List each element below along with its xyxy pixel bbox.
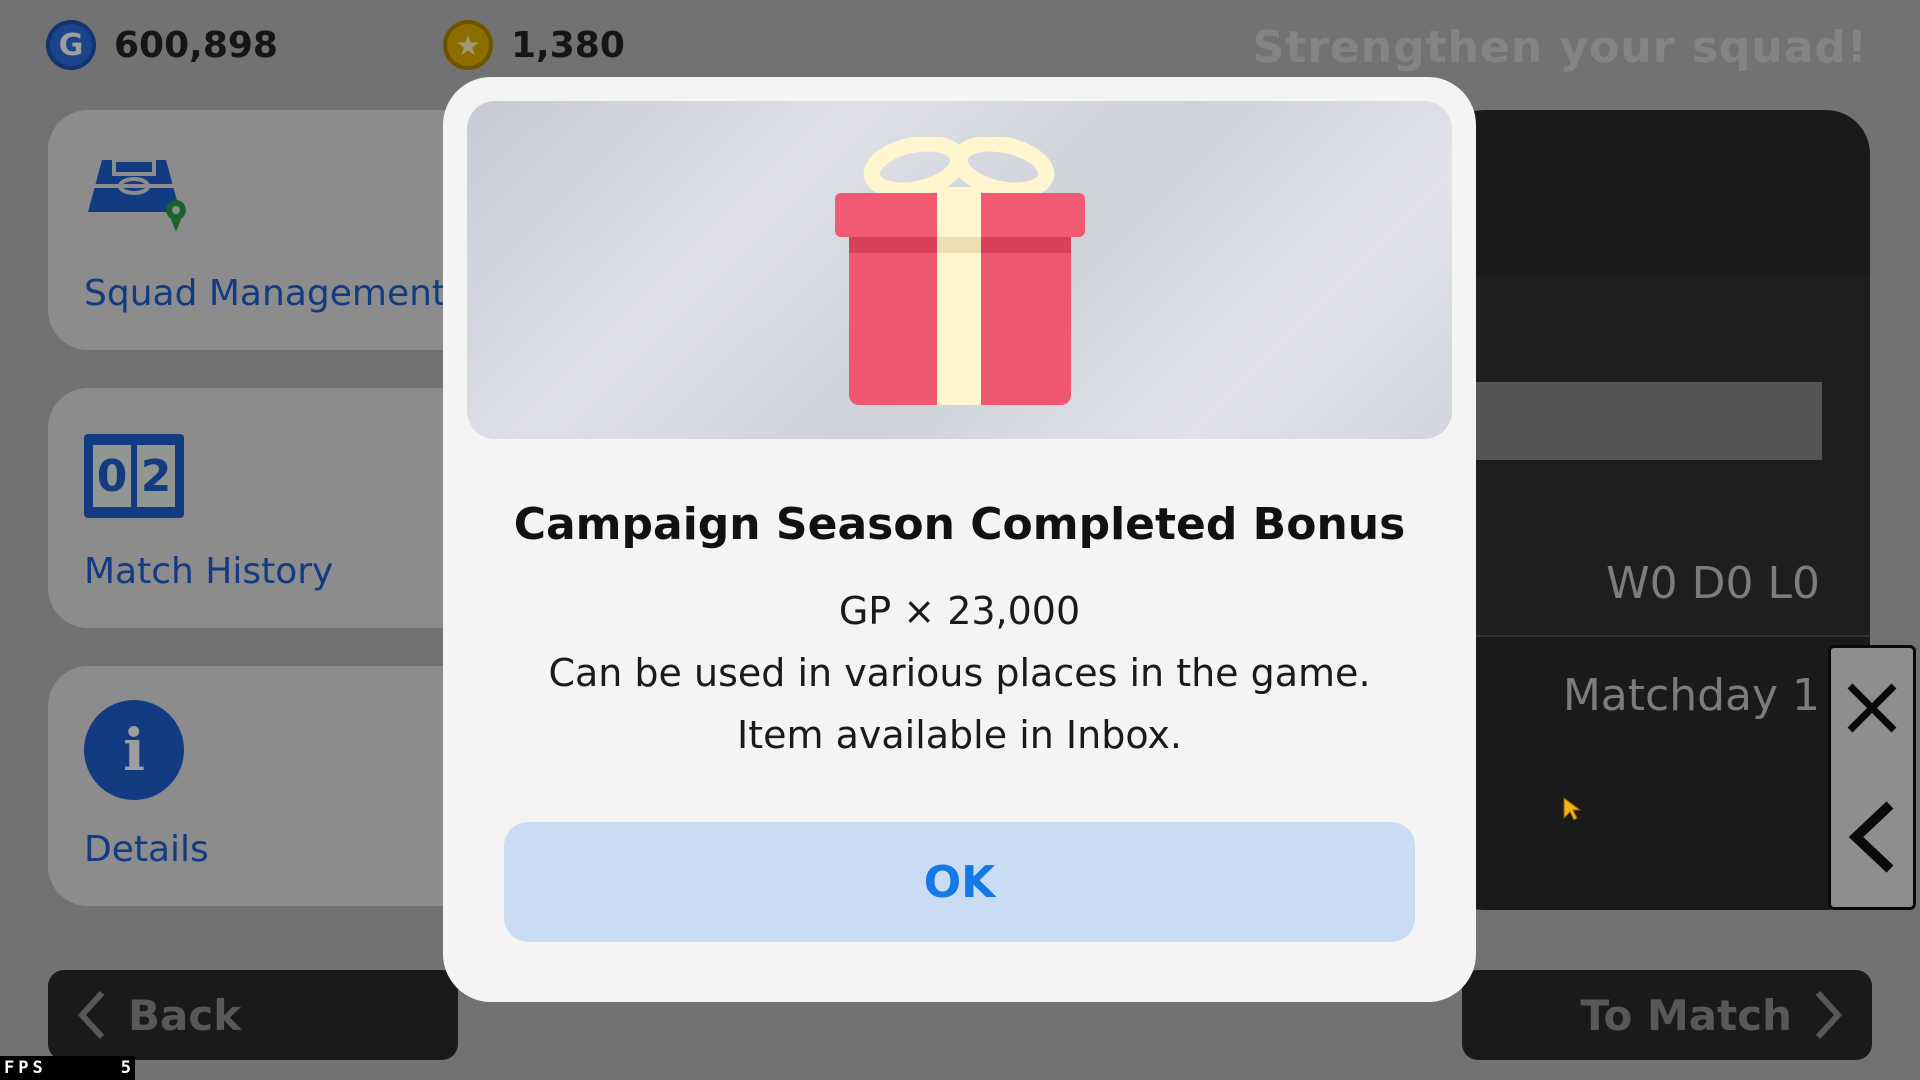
mouse-cursor-icon bbox=[1563, 797, 1582, 821]
ok-label: OK bbox=[923, 856, 996, 908]
reward-location-note: Item available in Inbox. bbox=[737, 713, 1182, 757]
reward-amount: GP × 23,000 bbox=[838, 589, 1081, 633]
ok-button[interactable]: OK bbox=[504, 822, 1415, 942]
fps-value: 5 bbox=[120, 1058, 131, 1078]
reward-banner bbox=[467, 101, 1452, 439]
fps-counter: FPS 5 bbox=[0, 1056, 135, 1080]
fps-label: FPS bbox=[4, 1058, 47, 1078]
reward-description: Can be used in various places in the gam… bbox=[548, 651, 1371, 695]
bonus-dialog: Campaign Season Completed Bonus GP × 23,… bbox=[443, 77, 1476, 1002]
gift-icon bbox=[834, 137, 1085, 405]
dialog-title: Campaign Season Completed Bonus bbox=[513, 499, 1406, 550]
